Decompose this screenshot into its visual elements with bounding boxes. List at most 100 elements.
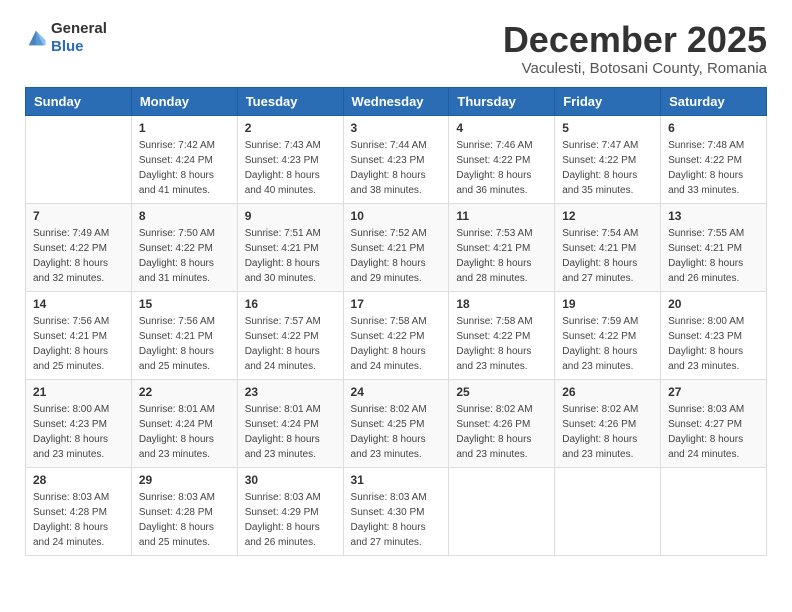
calendar-cell: 13 Sunrise: 7:55 AMSunset: 4:21 PMDayligh… [661, 203, 767, 291]
day-info: Sunrise: 7:43 AMSunset: 4:23 PMDaylight:… [245, 138, 336, 198]
logo: General Blue [25, 20, 107, 56]
calendar-cell: 27Sunrise: 8:03 AMSunset: 4:27 PMDayligh… [661, 379, 767, 467]
day-info: Sunrise: 8:03 AMSunset: 4:27 PMDaylight:… [668, 402, 759, 462]
col-header-friday: Friday [555, 87, 661, 115]
calendar-cell: 12Sunrise: 7:54 AMSunset: 4:21 PMDayligh… [555, 203, 661, 291]
day-info: Sunrise: 7:56 AMSunset: 4:21 PMDaylight:… [33, 314, 124, 374]
calendar-cell: 6 Sunrise: 7:48 AMSunset: 4:22 PMDaylight… [661, 115, 767, 203]
col-header-thursday: Thursday [449, 87, 555, 115]
calendar-cell: 3 Sunrise: 7:44 AMSunset: 4:23 PMDaylight… [343, 115, 449, 203]
day-number: 20 [668, 297, 759, 311]
calendar-cell: 8Sunrise: 7:50 AMSunset: 4:22 PMDaylight… [131, 203, 237, 291]
calendar-cell: 16 Sunrise: 7:57 AMSunset: 4:22 PMDayligh… [237, 291, 343, 379]
day-info: Sunrise: 8:02 AMSunset: 4:26 PMDaylight:… [562, 402, 653, 462]
calendar-cell: 24Sunrise: 8:02 AMSunset: 4:25 PMDayligh… [343, 379, 449, 467]
day-number: 10 [351, 209, 442, 223]
logo-text-general: General [51, 20, 107, 37]
title-area: December 2025 Vaculesti, Botosani County… [503, 20, 767, 77]
week-row-0: 1 Sunrise: 7:42 AMSunset: 4:24 PMDaylight… [26, 115, 767, 203]
col-header-tuesday: Tuesday [237, 87, 343, 115]
calendar-cell: 15 Sunrise: 7:56 AMSunset: 4:21 PMDayligh… [131, 291, 237, 379]
calendar-cell [555, 467, 661, 555]
calendar-cell: 31 Sunrise: 8:03 AMSunset: 4:30 PMDayligh… [343, 467, 449, 555]
day-info: Sunrise: 8:03 AMSunset: 4:30 PMDaylight:… [351, 490, 442, 550]
day-info: Sunrise: 8:01 AMSunset: 4:24 PMDaylight:… [139, 402, 230, 462]
day-number: 11 [456, 209, 547, 223]
month-title: December 2025 [503, 20, 767, 60]
col-header-saturday: Saturday [661, 87, 767, 115]
col-header-wednesday: Wednesday [343, 87, 449, 115]
calendar-cell [26, 115, 132, 203]
day-number: 2 [245, 121, 336, 135]
day-number: 26 [562, 385, 653, 399]
day-info: Sunrise: 7:44 AMSunset: 4:23 PMDaylight:… [351, 138, 442, 198]
calendar-cell: 28 Sunrise: 8:03 AMSunset: 4:28 PMDayligh… [26, 467, 132, 555]
day-info: Sunrise: 7:51 AMSunset: 4:21 PMDaylight:… [245, 226, 336, 286]
day-info: Sunrise: 7:42 AMSunset: 4:24 PMDaylight:… [139, 138, 230, 198]
day-number: 24 [351, 385, 442, 399]
day-info: Sunrise: 7:52 AMSunset: 4:21 PMDaylight:… [351, 226, 442, 286]
day-number: 18 [456, 297, 547, 311]
day-number: 30 [245, 473, 336, 487]
day-number: 5 [562, 121, 653, 135]
calendar-cell: 21 Sunrise: 8:00 AMSunset: 4:23 PMDayligh… [26, 379, 132, 467]
calendar-cell [449, 467, 555, 555]
day-info: Sunrise: 7:48 AMSunset: 4:22 PMDaylight:… [668, 138, 759, 198]
calendar-cell: 9 Sunrise: 7:51 AMSunset: 4:21 PMDaylight… [237, 203, 343, 291]
day-info: Sunrise: 8:01 AMSunset: 4:24 PMDaylight:… [245, 402, 336, 462]
day-number: 19 [562, 297, 653, 311]
calendar-cell: 1 Sunrise: 7:42 AMSunset: 4:24 PMDaylight… [131, 115, 237, 203]
day-info: Sunrise: 8:03 AMSunset: 4:29 PMDaylight:… [245, 490, 336, 550]
day-info: Sunrise: 7:49 AMSunset: 4:22 PMDaylight:… [33, 226, 124, 286]
day-info: Sunrise: 7:54 AMSunset: 4:21 PMDaylight:… [562, 226, 653, 286]
day-number: 23 [245, 385, 336, 399]
col-header-sunday: Sunday [26, 87, 132, 115]
day-number: 22 [139, 385, 230, 399]
day-info: Sunrise: 7:55 AMSunset: 4:21 PMDaylight:… [668, 226, 759, 286]
day-number: 7 [33, 209, 124, 223]
day-number: 25 [456, 385, 547, 399]
week-row-4: 28 Sunrise: 8:03 AMSunset: 4:28 PMDayligh… [26, 467, 767, 555]
day-number: 17 [351, 297, 442, 311]
week-row-3: 21 Sunrise: 8:00 AMSunset: 4:23 PMDayligh… [26, 379, 767, 467]
day-number: 3 [351, 121, 442, 135]
logo-text-blue: Blue [51, 38, 84, 55]
calendar-cell: 19Sunrise: 7:59 AMSunset: 4:22 PMDayligh… [555, 291, 661, 379]
day-number: 6 [668, 121, 759, 135]
day-number: 29 [139, 473, 230, 487]
day-info: Sunrise: 8:02 AMSunset: 4:26 PMDaylight:… [456, 402, 547, 462]
day-number: 4 [456, 121, 547, 135]
day-info: Sunrise: 8:03 AMSunset: 4:28 PMDaylight:… [139, 490, 230, 550]
day-number: 1 [139, 121, 230, 135]
calendar-cell: 2 Sunrise: 7:43 AMSunset: 4:23 PMDaylight… [237, 115, 343, 203]
day-info: Sunrise: 7:56 AMSunset: 4:21 PMDaylight:… [139, 314, 230, 374]
day-info: Sunrise: 7:57 AMSunset: 4:22 PMDaylight:… [245, 314, 336, 374]
calendar-cell: 18Sunrise: 7:58 AMSunset: 4:22 PMDayligh… [449, 291, 555, 379]
day-info: Sunrise: 7:58 AMSunset: 4:22 PMDaylight:… [351, 314, 442, 374]
calendar-cell [661, 467, 767, 555]
calendar-cell: 20 Sunrise: 8:00 AMSunset: 4:23 PMDayligh… [661, 291, 767, 379]
calendar-cell: 14Sunrise: 7:56 AMSunset: 4:21 PMDayligh… [26, 291, 132, 379]
day-info: Sunrise: 7:47 AMSunset: 4:22 PMDaylight:… [562, 138, 653, 198]
col-header-monday: Monday [131, 87, 237, 115]
week-row-2: 14Sunrise: 7:56 AMSunset: 4:21 PMDayligh… [26, 291, 767, 379]
day-info: Sunrise: 8:00 AMSunset: 4:23 PMDaylight:… [668, 314, 759, 374]
day-number: 15 [139, 297, 230, 311]
calendar-cell: 17 Sunrise: 7:58 AMSunset: 4:22 PMDayligh… [343, 291, 449, 379]
calendar-cell: 5 Sunrise: 7:47 AMSunset: 4:22 PMDaylight… [555, 115, 661, 203]
day-number: 16 [245, 297, 336, 311]
day-number: 31 [351, 473, 442, 487]
calendar-table: SundayMondayTuesdayWednesdayThursdayFrid… [25, 87, 767, 556]
day-number: 9 [245, 209, 336, 223]
day-number: 13 [668, 209, 759, 223]
day-info: Sunrise: 7:50 AMSunset: 4:22 PMDaylight:… [139, 226, 230, 286]
day-number: 28 [33, 473, 124, 487]
calendar-cell: 25 Sunrise: 8:02 AMSunset: 4:26 PMDayligh… [449, 379, 555, 467]
day-info: Sunrise: 8:00 AMSunset: 4:23 PMDaylight:… [33, 402, 124, 462]
week-row-1: 7 Sunrise: 7:49 AMSunset: 4:22 PMDaylight… [26, 203, 767, 291]
calendar-cell: 23 Sunrise: 8:01 AMSunset: 4:24 PMDayligh… [237, 379, 343, 467]
day-info: Sunrise: 8:03 AMSunset: 4:28 PMDaylight:… [33, 490, 124, 550]
day-number: 21 [33, 385, 124, 399]
calendar-cell: 11Sunrise: 7:53 AMSunset: 4:21 PMDayligh… [449, 203, 555, 291]
calendar-cell: 29 Sunrise: 8:03 AMSunset: 4:28 PMDayligh… [131, 467, 237, 555]
